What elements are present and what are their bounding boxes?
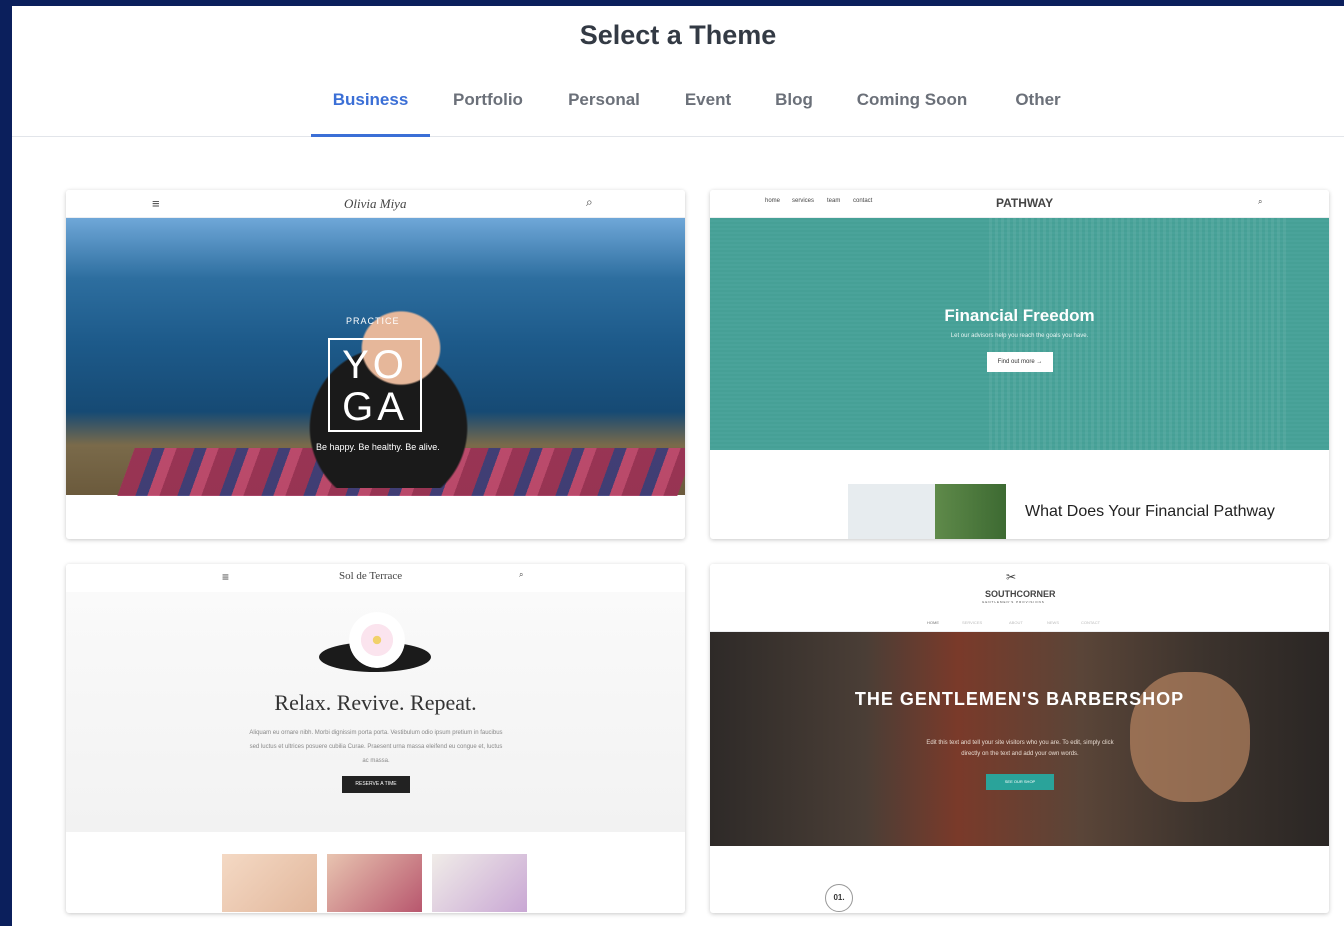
nav-item: contact — [853, 198, 873, 204]
nav-item: CONTACT — [1081, 620, 1101, 625]
tab-personal[interactable]: Personal — [558, 76, 650, 137]
hero-button: SEE OUR SHOP — [986, 774, 1054, 790]
gallery-thumbnail — [432, 854, 527, 912]
hero-kicker: PRACTICE — [346, 316, 400, 326]
hero-body: Aliquam eu ornare nibh. Morbi dignissim … — [249, 730, 503, 764]
theme-card-sol-de-terrace[interactable]: ≡ Sol de Terrace ⌕ Relax. Revive. Repeat… — [66, 564, 685, 913]
step-badge: 01. — [825, 884, 853, 912]
search-icon: ⌕ — [586, 195, 593, 209]
menu-icon: ≡ — [152, 196, 160, 211]
hero-title: Financial Freedom — [944, 306, 1095, 325]
theme-preview-header: home services team contact PATHWAY ⌕ — [710, 190, 1329, 218]
tab-other[interactable]: Other — [1002, 76, 1074, 137]
section-image — [848, 484, 1006, 539]
hero-body: Edit this text and tell your site visito… — [926, 740, 1114, 757]
hero-title: THE GENTLEMEN'S BARBERSHOP — [854, 689, 1185, 709]
theme-brand: SOUTHCORNER — [985, 589, 1056, 599]
theme-tagline: GENTLEMEN'S PROVISIONS — [982, 600, 1045, 604]
gallery-thumbnail — [222, 854, 317, 912]
nav-item: SERVICES — [962, 620, 983, 625]
gallery-thumbnail — [327, 854, 422, 912]
theme-card-yoga[interactable]: ≡ Olivia Miya ⌕ PRACTICE YO GA Be happy.… — [66, 190, 685, 539]
nav-item: ABOUT — [1009, 620, 1023, 625]
hero-subtitle: Be happy. Be healthy. Be alive. — [316, 442, 440, 452]
theme-hero-image: PRACTICE YO GA Be happy. Be healthy. Be … — [66, 218, 685, 496]
theme-picker-panel: Select a Theme Business Portfolio Person… — [12, 6, 1344, 926]
theme-preview-header: ✂ SOUTHCORNER GENTLEMEN'S PROVISIONS HOM… — [710, 564, 1329, 632]
theme-preview-header: ≡ Sol de Terrace ⌕ — [66, 564, 685, 592]
tab-portfolio[interactable]: Portfolio — [442, 76, 534, 137]
category-tabs: Business Portfolio Personal Event Blog C… — [12, 76, 1344, 137]
tab-coming-soon[interactable]: Coming Soon — [846, 76, 978, 137]
tab-blog[interactable]: Blog — [764, 76, 824, 137]
nav-item: services — [792, 198, 815, 204]
search-icon: ⌕ — [519, 570, 524, 579]
theme-brand: PATHWAY — [996, 196, 1054, 210]
nav-item: NEWS — [1047, 620, 1059, 625]
theme-card-southcorner[interactable]: ✂ SOUTHCORNER GENTLEMEN'S PROVISIONS HOM… — [710, 564, 1329, 913]
page-title: Select a Theme — [579, 20, 777, 50]
nav-item: HOME — [927, 620, 939, 625]
theme-brand: Olivia Miya — [344, 196, 407, 211]
theme-card-pathway[interactable]: home services team contact PATHWAY ⌕ Fin… — [710, 190, 1329, 539]
hero-button: RESERVE A TIME — [342, 776, 410, 793]
menu-icon: ≡ — [222, 570, 230, 584]
tab-event[interactable]: Event — [674, 76, 742, 137]
nav-item: team — [827, 198, 841, 204]
hero-title: Relax. Revive. Repeat. — [274, 690, 477, 715]
nav-item: home — [765, 198, 781, 204]
scissors-icon: ✂ — [1006, 570, 1017, 584]
hero-title: YO GA — [328, 338, 422, 432]
hero-button: Find out more → — [987, 352, 1053, 372]
theme-preview-header: ≡ Olivia Miya ⌕ — [66, 190, 685, 218]
tab-business[interactable]: Business — [311, 76, 430, 137]
theme-brand: Sol de Terrace — [339, 570, 403, 582]
search-icon: ⌕ — [1258, 197, 1263, 206]
section-heading: What Does Your Financial Pathway — [1025, 503, 1275, 520]
flower-graphic — [349, 612, 405, 668]
hero-subtitle: Let our advisors help you reach the goal… — [950, 333, 1089, 339]
